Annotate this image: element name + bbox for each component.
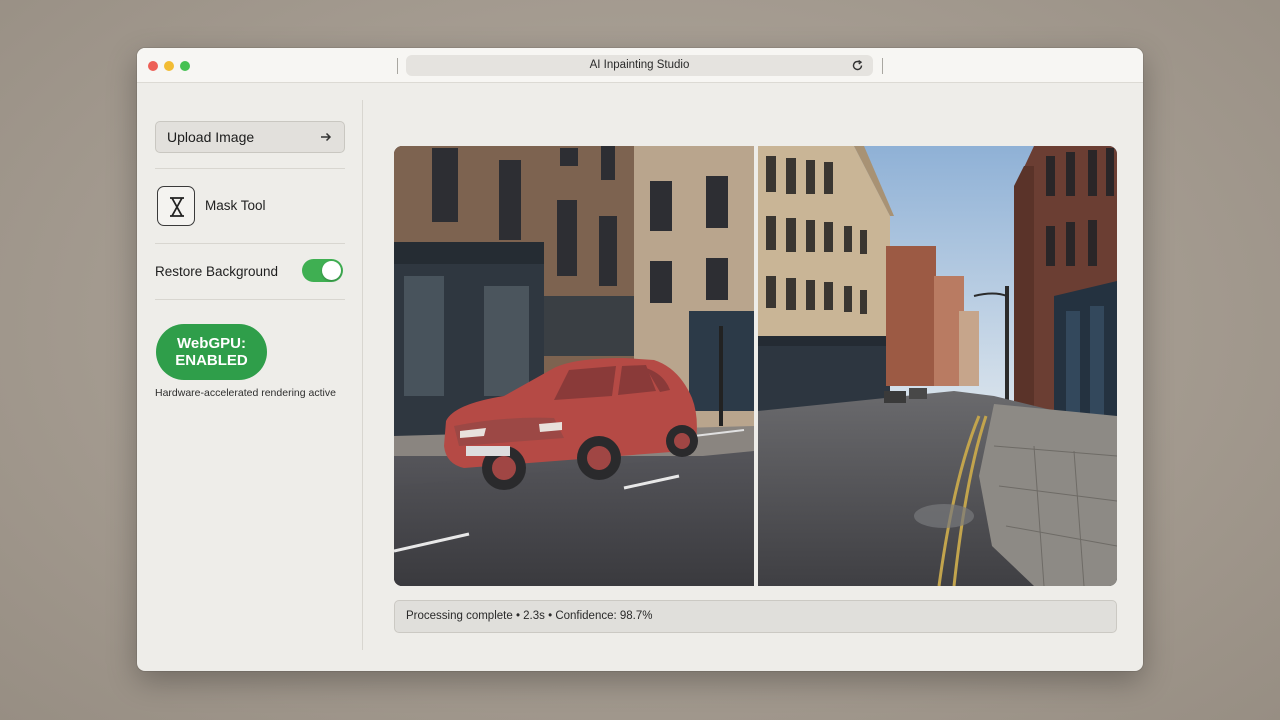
hardware-acceleration-note: Hardware-accelerated rendering active: [155, 387, 336, 399]
title-bar: AI Inpainting Studio: [137, 48, 1143, 83]
hourglass-mask-icon: [157, 186, 195, 226]
arrow-right-icon: [321, 132, 332, 142]
minimize-window-button[interactable]: [164, 61, 174, 71]
address-bar[interactable]: AI Inpainting Studio: [406, 55, 873, 76]
restore-background-label: Restore Background: [155, 264, 279, 279]
status-text: Processing complete • 2.3s • Confidence:…: [406, 610, 653, 622]
reload-icon[interactable]: [851, 59, 864, 72]
webgpu-status-badge: WebGPU: ENABLED: [156, 324, 267, 380]
comparison-divider: [754, 146, 758, 586]
app-window: AI Inpainting Studio Upload Image Mask T…: [137, 48, 1143, 671]
upload-image-button[interactable]: Upload Image: [155, 121, 345, 153]
maximize-window-button[interactable]: [180, 61, 190, 71]
titlebar-divider-right: [882, 58, 883, 74]
sidebar-divider: [362, 100, 363, 650]
divider: [155, 168, 345, 169]
image-comparison-preview[interactable]: [394, 146, 1117, 586]
divider: [155, 243, 345, 244]
toggle-knob: [322, 261, 341, 280]
titlebar-divider-left: [397, 58, 398, 74]
sidebar: Upload Image Mask Tool Restore Backgroun…: [137, 83, 362, 671]
webgpu-badge-line1: WebGPU:: [177, 335, 246, 352]
before-image: [394, 146, 754, 586]
mask-tool-button[interactable]: Mask Tool: [157, 186, 347, 226]
divider: [155, 299, 345, 300]
mask-tool-label: Mask Tool: [205, 198, 266, 213]
window-title: AI Inpainting Studio: [589, 59, 690, 71]
status-bar: Processing complete • 2.3s • Confidence:…: [394, 600, 1117, 633]
webgpu-badge-line2: ENABLED: [175, 352, 248, 369]
upload-image-label: Upload Image: [167, 129, 255, 145]
after-image: [758, 146, 1117, 586]
close-window-button[interactable]: [148, 61, 158, 71]
restore-background-toggle[interactable]: [302, 259, 343, 282]
